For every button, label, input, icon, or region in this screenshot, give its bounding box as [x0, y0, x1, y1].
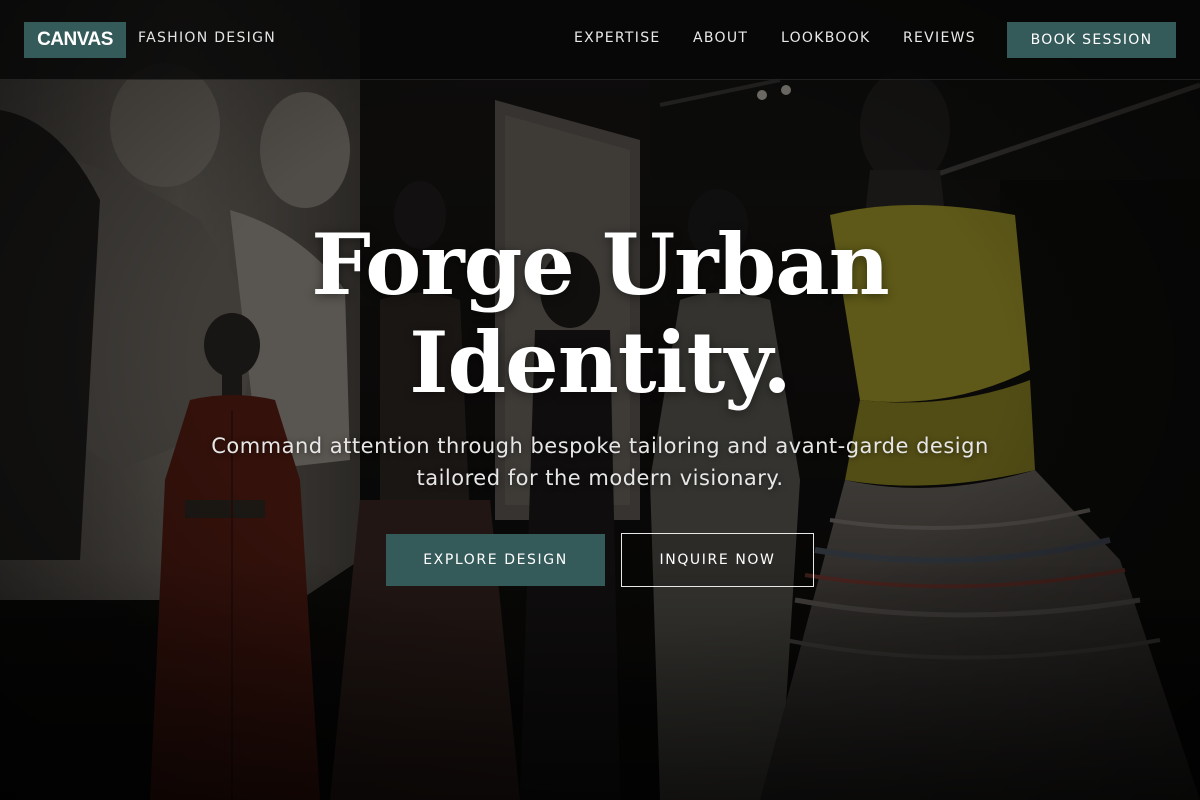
hero-headline-line-1: Forge Urban	[311, 215, 890, 314]
inquire-now-button[interactable]: INQUIRE NOW	[621, 533, 814, 587]
hero-headline: Forge Urban Identity.	[0, 216, 1200, 412]
explore-design-button[interactable]: EXPLORE DESIGN	[386, 534, 605, 586]
nav-item-expertise[interactable]: EXPERTISE	[574, 30, 661, 46]
nav-item-about[interactable]: ABOUT	[693, 30, 748, 46]
site-header: CANVAS FASHION DESIGN EXPERTISE ABOUT LO…	[0, 0, 1200, 80]
book-session-button[interactable]: BOOK SESSION	[1007, 22, 1176, 58]
nav-item-reviews[interactable]: REVIEWS	[903, 30, 976, 46]
hero-headline-line-2: Identity.	[409, 313, 791, 412]
landing-page: CANVAS FASHION DESIGN EXPERTISE ABOUT LO…	[0, 0, 1200, 800]
hero-subheadline: Command attention through bespoke tailor…	[211, 434, 989, 490]
nav-item-lookbook[interactable]: LOOKBOOK	[781, 30, 871, 46]
